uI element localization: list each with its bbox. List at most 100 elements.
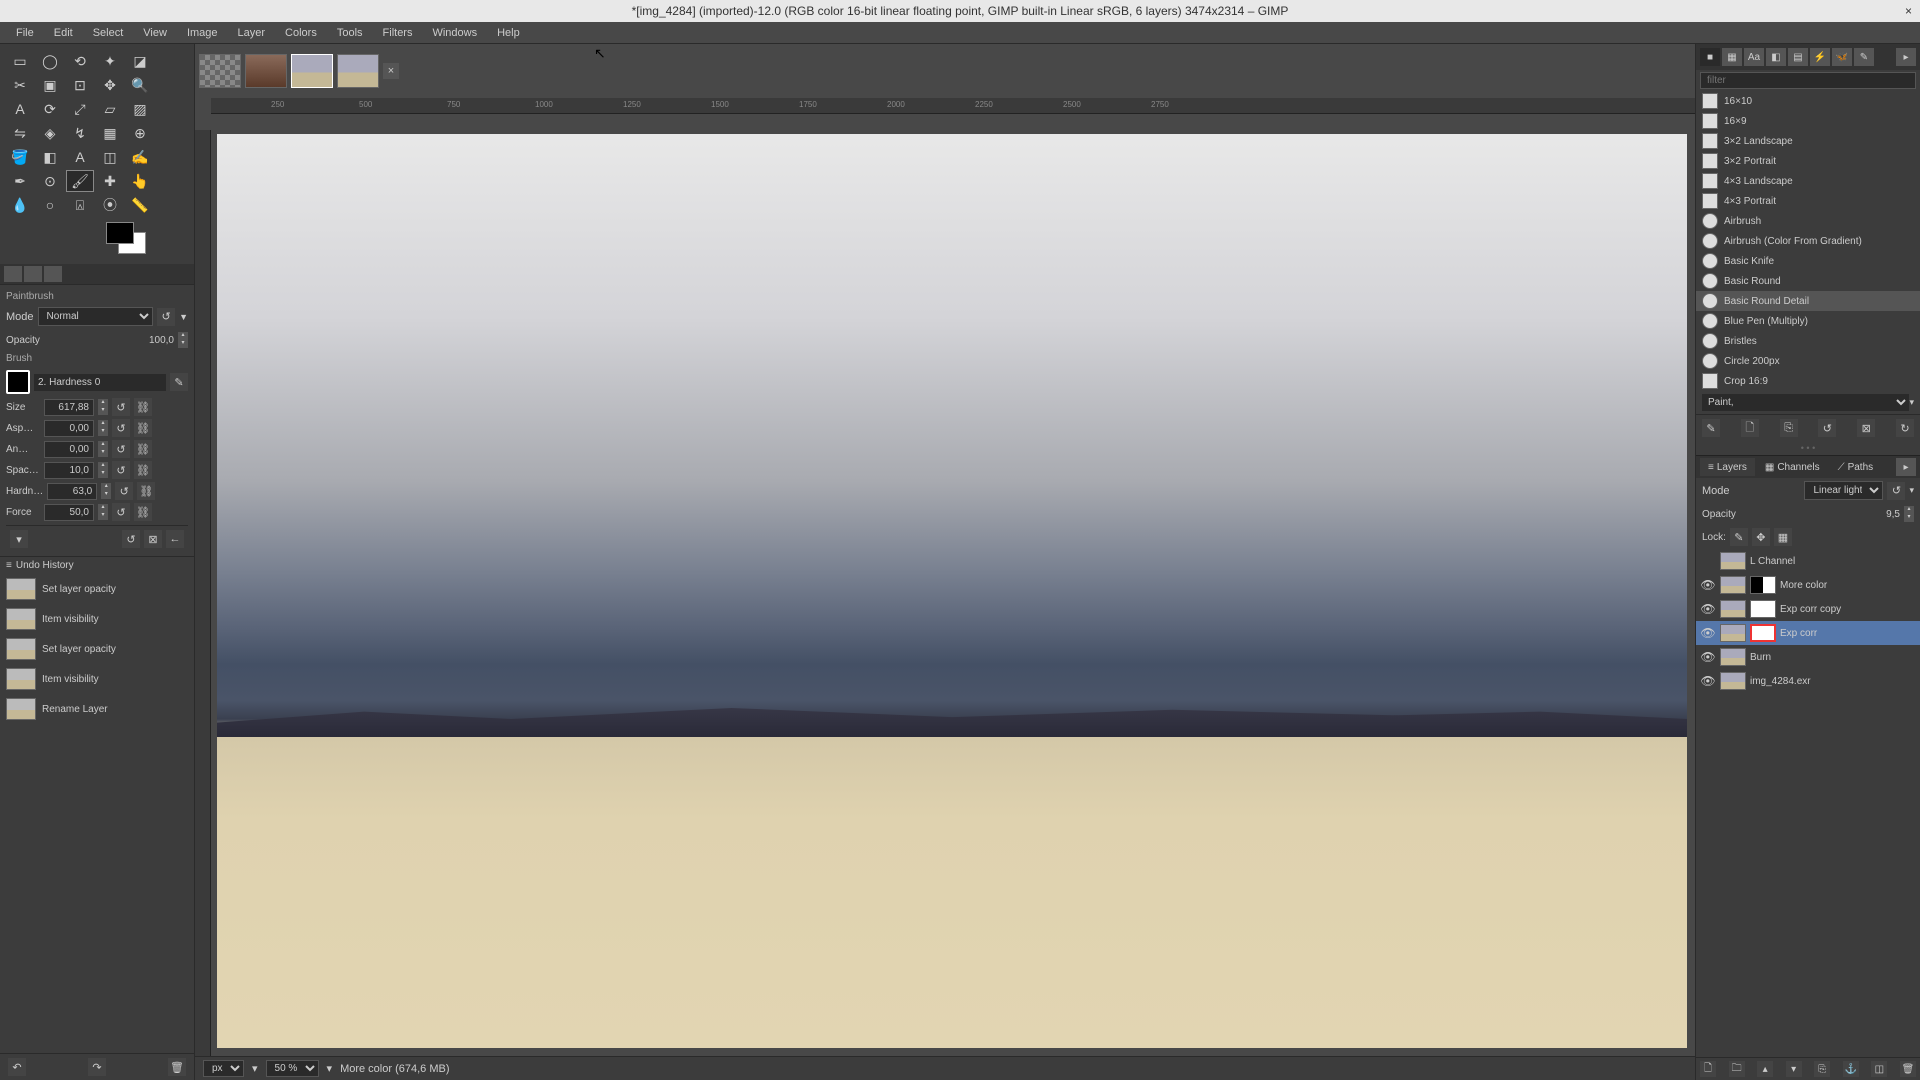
reset-all-icon[interactable]: ↺: [122, 530, 140, 548]
save-preset-icon[interactable]: ▾: [10, 530, 28, 548]
shear-tool[interactable]: ▱: [96, 98, 124, 120]
image-tab-4[interactable]: [337, 54, 379, 88]
layer-name[interactable]: More color: [1780, 580, 1916, 591]
brush-refresh-icon[interactable]: ⊠: [1857, 419, 1875, 437]
layer-thumbnail[interactable]: [1720, 576, 1746, 594]
angle-link-icon[interactable]: ⛓: [134, 440, 152, 458]
paintbrush-tool[interactable]: 🖌: [66, 170, 94, 192]
pencil-tool[interactable]: A: [66, 146, 94, 168]
force-input[interactable]: [44, 504, 94, 521]
brush-list-item[interactable]: 4×3 Landscape: [1696, 171, 1920, 191]
brush-new-icon[interactable]: 🗋: [1741, 419, 1759, 437]
brush-delete-icon[interactable]: ↺: [1818, 419, 1836, 437]
heal-tool[interactable]: ✚: [96, 170, 124, 192]
brush-list-item[interactable]: Circle 200px: [1696, 351, 1920, 371]
palettes-tab-icon[interactable]: ▤: [1788, 48, 1808, 66]
patterns-tab-icon[interactable]: ▦: [1722, 48, 1742, 66]
handle-transform-tool[interactable]: ⊕: [126, 122, 154, 144]
image-canvas[interactable]: [217, 134, 1687, 1048]
layer-mode-select[interactable]: Linear light: [1804, 481, 1883, 500]
undo-history-item[interactable]: Item visibility: [0, 604, 194, 634]
layer-visibility-icon[interactable]: 👁: [1700, 602, 1716, 616]
zoom-select[interactable]: 50 %: [266, 1060, 319, 1077]
brush-list-item[interactable]: Basic Knife: [1696, 251, 1920, 271]
brush-name[interactable]: 2. Hardness 0: [34, 374, 166, 391]
gradients-tab-icon[interactable]: ◧: [1766, 48, 1786, 66]
paint-dynamics-select[interactable]: Paint,: [1702, 394, 1909, 411]
brush-open-icon[interactable]: ↻: [1896, 419, 1914, 437]
force-link-icon[interactable]: ⛓: [134, 503, 152, 521]
brush-list-item[interactable]: Bristles: [1696, 331, 1920, 351]
rotate-tool[interactable]: ⟳: [36, 98, 64, 120]
undo-history-item[interactable]: Rename Layer: [0, 694, 194, 724]
size-input[interactable]: [44, 399, 94, 416]
layer-item[interactable]: 👁img_4284.exr: [1696, 669, 1920, 693]
brush-list-item[interactable]: 3×2 Portrait: [1696, 151, 1920, 171]
mode-select[interactable]: Normal: [38, 307, 154, 326]
layer-name[interactable]: Burn: [1750, 652, 1916, 663]
brush-list-item[interactable]: Crop 16:9: [1696, 371, 1920, 391]
layer-thumbnail[interactable]: [1720, 672, 1746, 690]
layer-down-icon[interactable]: ▾: [1786, 1061, 1802, 1077]
merge-layer-icon[interactable]: ⚓: [1843, 1061, 1859, 1077]
layer-visibility-icon[interactable]: 👁: [1700, 626, 1716, 640]
brush-list-item[interactable]: 4×3 Portrait: [1696, 191, 1920, 211]
close-icon[interactable]: ×: [1905, 4, 1912, 18]
measure-tool[interactable]: 📏: [126, 194, 154, 216]
lock-alpha-icon[interactable]: ▦: [1774, 528, 1792, 546]
duplicate-layer-icon[interactable]: ⎘: [1814, 1061, 1830, 1077]
layer-mask[interactable]: [1750, 576, 1776, 594]
unified-transform-tool[interactable]: ▦: [96, 122, 124, 144]
layer-item[interactable]: L Channel: [1696, 549, 1920, 573]
ink-tool[interactable]: ✒: [6, 170, 34, 192]
cage-tool[interactable]: ◈: [36, 122, 64, 144]
paths-tab[interactable]: ⟋ Paths: [1830, 458, 1882, 476]
zoom-tool[interactable]: 🔍: [126, 74, 154, 96]
brushes-tab-icon[interactable]: ■: [1700, 48, 1720, 66]
layer-name[interactable]: Exp corr: [1780, 628, 1916, 639]
layer-visibility-icon[interactable]: 👁: [1700, 578, 1716, 592]
vertical-ruler[interactable]: [195, 130, 211, 1056]
fonts-tab-icon[interactable]: Aa: [1744, 48, 1764, 66]
rect-select-tool[interactable]: ▭: [6, 50, 34, 72]
layer-mask[interactable]: [1750, 624, 1776, 642]
layer-opacity-value[interactable]: 9,5: [1886, 509, 1900, 520]
menu-layer[interactable]: Layer: [230, 25, 274, 41]
brush-list-item[interactable]: Basic Round Detail: [1696, 291, 1920, 311]
lock-pixels-icon[interactable]: ✎: [1730, 528, 1748, 546]
new-layer-icon[interactable]: 🗋: [1700, 1061, 1716, 1077]
menu-image[interactable]: Image: [179, 25, 226, 41]
brush-list-item[interactable]: Blue Pen (Multiply): [1696, 311, 1920, 331]
color-select-tool[interactable]: ◪: [126, 50, 154, 72]
fuzzy-select-tool[interactable]: ✦: [96, 50, 124, 72]
dynamics-tab-icon[interactable]: ⚡: [1810, 48, 1830, 66]
unit-select[interactable]: px: [203, 1060, 244, 1077]
brush-list-item[interactable]: 3×2 Landscape: [1696, 131, 1920, 151]
layer-visibility-icon[interactable]: 👁: [1700, 674, 1716, 688]
brush-list-item[interactable]: Airbrush: [1696, 211, 1920, 231]
angle-input[interactable]: [44, 441, 94, 458]
clear-undo-icon[interactable]: 🗑: [168, 1058, 186, 1076]
horizontal-ruler[interactable]: 2505007501000125015001750200022502500275…: [211, 98, 1695, 114]
paths-tool[interactable]: ⍓: [66, 194, 94, 216]
layer-thumbnail[interactable]: [1720, 648, 1746, 666]
airbrush-tool[interactable]: ✍: [126, 146, 154, 168]
smudge-tool[interactable]: 👆: [126, 170, 154, 192]
undo-history-item[interactable]: Item visibility: [0, 664, 194, 694]
menu-file[interactable]: File: [8, 25, 42, 41]
hardness-input[interactable]: [47, 483, 97, 500]
lasso-tool[interactable]: ⟲: [66, 50, 94, 72]
menu-view[interactable]: View: [135, 25, 175, 41]
brush-list-item[interactable]: 16×9: [1696, 111, 1920, 131]
dodge-tool[interactable]: ○: [36, 194, 64, 216]
brush-list-item[interactable]: 16×10: [1696, 91, 1920, 111]
warp-tool[interactable]: ↯: [66, 122, 94, 144]
brush-filter-input[interactable]: [1700, 72, 1916, 89]
layer-item[interactable]: 👁Exp corr copy: [1696, 597, 1920, 621]
image-tab-3[interactable]: [291, 54, 333, 88]
aspect-reset-icon[interactable]: ↺: [112, 419, 130, 437]
force-reset-icon[interactable]: ↺: [112, 503, 130, 521]
blur-tool[interactable]: 💧: [6, 194, 34, 216]
device-status-tab[interactable]: [24, 266, 42, 282]
lock-position-icon[interactable]: ✥: [1752, 528, 1770, 546]
